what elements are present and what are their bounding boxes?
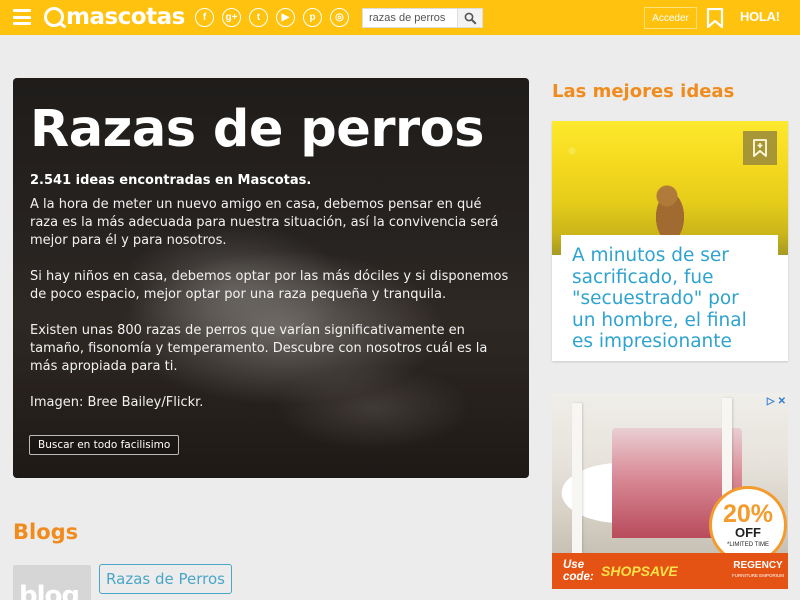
page-title: Razas de perros (30, 100, 485, 159)
user-greeting[interactable]: HOLA! (740, 9, 780, 24)
blog-tag-button[interactable]: Razas de Perros (99, 564, 232, 594)
ad-use-code: Use code: (563, 559, 594, 583)
ad-brand-name: REGENCY (733, 560, 783, 571)
logo-mark-icon (44, 7, 64, 27)
twitter-icon[interactable]: t (249, 8, 268, 27)
instagram-icon[interactable]: ◎ (330, 8, 349, 27)
hero-paragraph: Si hay niños en casa, debemos optar por … (30, 269, 509, 302)
blog-thumb-text: blog (19, 581, 80, 600)
youtube-icon[interactable]: ▶ (276, 8, 295, 27)
social-links: f g+ t ▶ p ◎ (195, 8, 349, 27)
logo-text: mascotas (66, 4, 185, 30)
ad-choices[interactable]: ▷ ✕ (758, 394, 786, 408)
hero-banner: Razas de perros 2.541 ideas encontradas … (13, 78, 529, 478)
ad-off: OFF (735, 525, 761, 540)
bookmark-icon (753, 139, 767, 157)
results-count: 2.541 ideas encontradas en Mascotas. (30, 173, 312, 188)
site-logo[interactable]: mascotas (44, 2, 185, 32)
idea-card-title[interactable]: A minutos de ser sacrificado, fue "secue… (572, 245, 767, 353)
pinterest-icon[interactable]: p (303, 8, 322, 27)
search-all-button[interactable]: Buscar en todo facilisimo (29, 435, 180, 455)
ad-brand-logo: REGENCY FURNITURE EMPORIUM (732, 561, 784, 581)
image-credit: Imagen: Bree Bailey/Flickr. (30, 395, 204, 410)
blog-thumbnail[interactable]: blog (13, 565, 91, 600)
google-plus-icon[interactable]: g+ (222, 8, 241, 27)
advertisement[interactable]: ▷ ✕ 20% OFF *LIMITED TIME Use code: SHOP… (552, 393, 788, 589)
hero-content: Razas de perros 2.541 ideas encontradas … (13, 78, 529, 478)
top-bar: mascotas f g+ t ▶ p ◎ Acceder HOLA! (0, 0, 800, 35)
ad-code: SHOPSAVE (601, 563, 678, 579)
login-button[interactable]: Acceder (644, 7, 697, 29)
hero-description: A la hora de meter un nuevo amigo en cas… (30, 196, 510, 430)
facebook-icon[interactable]: f (195, 8, 214, 27)
ad-brand-sub: FURNITURE EMPORIUM (732, 573, 784, 578)
bookmark-icon[interactable] (706, 7, 724, 32)
search-icon (464, 12, 477, 25)
hero-paragraph: Existen unas 800 razas de perros que var… (30, 323, 488, 374)
ad-promo-bar: Use code: SHOPSAVE REGENCY FURNITURE EMP… (552, 553, 788, 589)
ad-limited: *LIMITED TIME (727, 542, 769, 548)
search-button[interactable] (457, 8, 483, 28)
search-box (362, 8, 483, 28)
blogs-heading: Blogs (13, 520, 79, 544)
ad-bed-post (572, 403, 582, 553)
save-idea-button[interactable] (743, 131, 777, 165)
ad-close-icon: ✕ (777, 395, 786, 407)
idea-card-body[interactable]: A minutos de ser sacrificado, fue "secue… (561, 235, 778, 361)
menu-icon[interactable] (13, 9, 31, 25)
search-input[interactable] (362, 8, 457, 28)
hero-paragraph: A la hora de meter un nuevo amigo en cas… (30, 197, 499, 248)
best-ideas-heading: Las mejores ideas (552, 81, 735, 102)
ad-info-icon: ▷ (766, 395, 775, 407)
ad-discount: 20% (722, 500, 774, 528)
